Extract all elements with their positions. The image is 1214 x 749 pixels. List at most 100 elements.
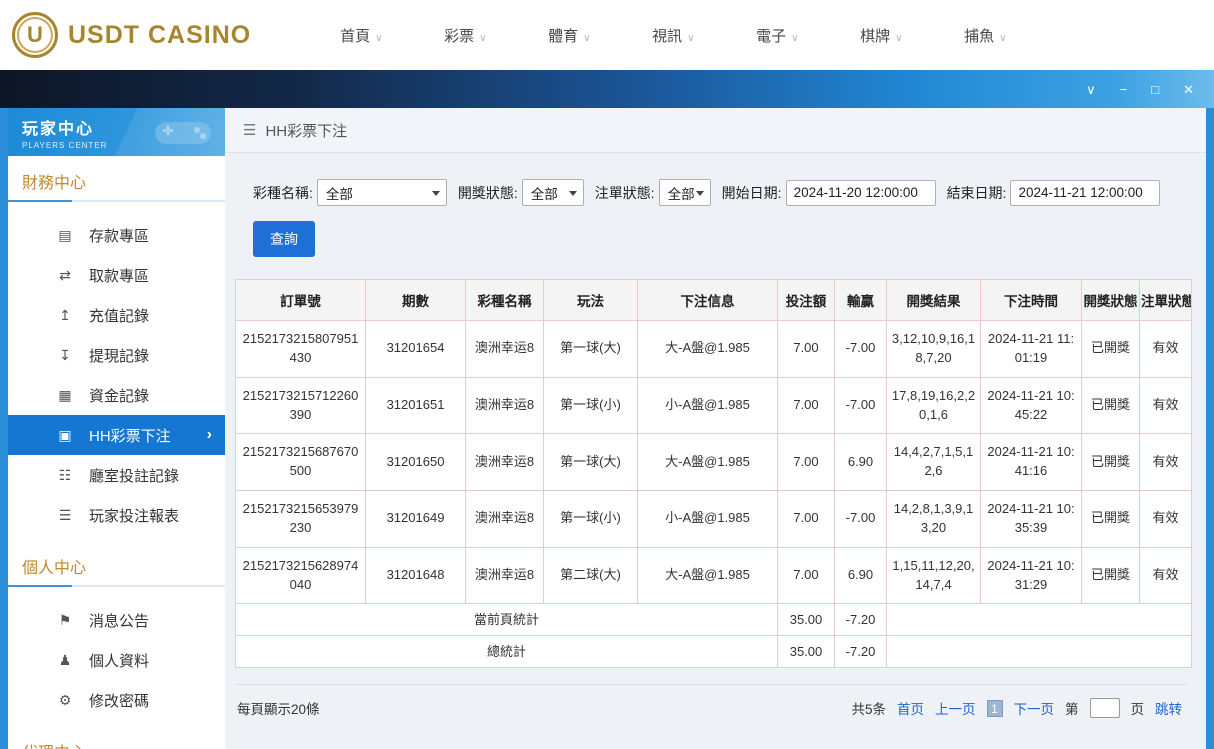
jump-page-input[interactable] <box>1089 698 1120 719</box>
jump-prefix-label: 第 <box>1065 702 1079 718</box>
cell-amount: 7.00 <box>777 433 835 492</box>
brand-logo[interactable]: U USDT CASINO <box>12 12 251 58</box>
sidebar-item[interactable]: ♟ 個人資料 <box>8 640 225 680</box>
cell-draw-status: 已開獎 <box>1081 376 1140 435</box>
next-page-link[interactable]: 下一页 <box>1014 698 1055 718</box>
grand-total-empty <box>886 635 1192 669</box>
table-header-cell: 玩法 <box>543 279 638 321</box>
sidebar-item-icon: ♟ <box>58 651 72 668</box>
cell-amount: 7.00 <box>777 376 835 435</box>
table-row: 2152173215653979230 31201649 澳洲幸运8 第一球(小… <box>235 490 1192 548</box>
cell-winloss: 6.90 <box>834 546 887 605</box>
sidebar-item-icon: ▤ <box>58 226 72 243</box>
sidebar-item-label: 廳室投註記錄 <box>89 467 180 485</box>
sidebar-item[interactable]: ⚙ 修改密碼 <box>8 680 225 720</box>
start-date-input[interactable] <box>785 179 936 206</box>
cell-draw-status: 已開獎 <box>1081 490 1140 548</box>
sidebar-item[interactable]: ☷ 廳室投註記錄 <box>8 455 225 495</box>
top-nav-item[interactable]: 首頁 ∨ <box>309 25 413 46</box>
cell-winloss: -7.00 <box>834 320 887 378</box>
chevron-down-icon[interactable]: ∨ <box>1086 83 1096 96</box>
search-button[interactable]: 查詢 <box>253 221 315 257</box>
cell-lottery: 澳洲幸运8 <box>465 433 544 492</box>
cell-period: 31201648 <box>365 546 466 605</box>
top-nav-item[interactable]: 視訊 ∨ <box>621 25 725 46</box>
sidebar-item-icon: ⇄ <box>59 266 71 283</box>
sidebar-item-label: 消息公告 <box>89 612 150 630</box>
top-nav: 首頁 ∨ 彩票 ∨ 體育 ∨ 視訊 ∨ 電子 ∨ 棋牌 ∨ 捕魚 ∨ <box>309 25 1037 46</box>
top-nav-item[interactable]: 電子 ∨ <box>725 25 829 46</box>
sidebar-item-label: 提現記錄 <box>89 347 150 365</box>
top-nav-item[interactable]: 體育 ∨ <box>517 25 621 46</box>
table-row: 2152173215687670500 31201650 澳洲幸运8 第一球(大… <box>235 433 1192 492</box>
sidebar-item-label: 充值記錄 <box>89 307 150 325</box>
cell-amount: 7.00 <box>777 490 835 548</box>
sidebar-item[interactable]: ⚑ 消息公告 <box>8 600 225 640</box>
cell-order: 2152173215653979230 <box>235 490 366 548</box>
sidebar-item[interactable]: ☰ 玩家投注報表 <box>8 495 225 535</box>
sidebar-item[interactable]: ⇄ 取款專區 <box>8 255 225 295</box>
grand-total-label: 總統計 <box>235 635 778 669</box>
brand-logo-icon: U <box>12 12 58 58</box>
top-nav-item-label: 視訊 <box>652 27 683 45</box>
sidebar-section-agent: 代理中心 <box>8 726 225 749</box>
order-status-select[interactable]: 全部 <box>658 179 711 206</box>
select-arrow-icon <box>695 191 704 196</box>
sidebar-item[interactable]: ▦ 資金記錄 <box>8 375 225 415</box>
pagination-controls: 共5条 首页 上一页 1 下一页 第 页 跳转 <box>851 698 1182 719</box>
cell-play: 第二球(大) <box>543 546 638 605</box>
top-nav-item[interactable]: 捕魚 ∨ <box>933 25 1037 46</box>
menu-icon[interactable]: ☰ <box>243 121 256 139</box>
cell-order-status: 有效 <box>1139 433 1192 492</box>
draw-status-select[interactable]: 全部 <box>521 179 584 206</box>
cell-time: 2024-11-21 10:31:29 <box>980 546 1082 605</box>
table-header-cell: 下注信息 <box>637 279 778 321</box>
jump-link[interactable]: 跳转 <box>1155 698 1182 718</box>
section-title-finance: 財務中心 <box>8 156 225 202</box>
sidebar-item-icon: ⚙ <box>58 691 72 708</box>
table-body: 2152173215807951430 31201654 澳洲幸运8 第一球(大… <box>235 320 1192 605</box>
sidebar-item[interactable]: ▤ 存款專區 <box>8 215 225 255</box>
sidebar-item[interactable]: ▣ HH彩票下注 › <box>8 415 225 455</box>
main-content: ☰ HH彩票下注 彩種名稱: 全部 開獎狀態: 全部 注單狀態: 全部 開始日期… <box>225 108 1206 749</box>
top-nav-item-label: 電子 <box>756 27 787 45</box>
cell-time: 2024-11-21 11:01:19 <box>980 320 1082 378</box>
brand-name: USDT CASINO <box>68 20 252 49</box>
close-button[interactable]: ✕ <box>1183 83 1194 96</box>
cell-order-status: 有效 <box>1139 376 1192 435</box>
cell-winloss: 6.90 <box>834 433 887 492</box>
top-nav-item[interactable]: 彩票 ∨ <box>413 25 517 46</box>
table-header-row: 訂單號 期數 彩種名稱 玩法 下注信息 投注額 輸贏 開獎結果 下注時間 開獎狀態 注單狀態 <box>235 279 1192 321</box>
cell-play: 第一球(小) <box>543 376 638 435</box>
maximize-button[interactable]: □ <box>1151 83 1159 96</box>
sidebar-item[interactable]: ↧ 提現記錄 <box>8 335 225 375</box>
sidebar-header: 玩家中心 PLAYERS CENTER <box>8 108 225 156</box>
sidebar-item[interactable]: ↥ 充值記錄 <box>8 295 225 335</box>
current-page-badge[interactable]: 1 <box>986 699 1003 717</box>
cell-result: 1,15,11,12,20,14,7,4 <box>886 546 981 605</box>
page-title: HH彩票下注 <box>265 122 348 140</box>
first-page-link[interactable]: 首页 <box>897 698 924 718</box>
minimize-button[interactable]: − <box>1120 83 1128 96</box>
prev-page-link[interactable]: 上一页 <box>935 698 976 718</box>
start-date-label: 開始日期: <box>721 184 782 201</box>
cell-lottery: 澳洲幸运8 <box>465 546 544 605</box>
cell-bet-info: 大-A盤@1.985 <box>637 320 778 378</box>
cell-bet-info: 大-A盤@1.985 <box>637 433 778 492</box>
cell-play: 第一球(大) <box>543 433 638 492</box>
cell-result: 14,4,2,7,1,5,12,6 <box>886 433 981 492</box>
table-header-cell: 期數 <box>365 279 466 321</box>
sidebar: 玩家中心 PLAYERS CENTER 財務中心 ▤ 存款專區 ⇄ 取款專區 ↥… <box>8 108 225 749</box>
table-header-cell: 輸贏 <box>834 279 887 321</box>
top-nav-item[interactable]: 棋牌 ∨ <box>829 25 933 46</box>
app-body: 玩家中心 PLAYERS CENTER 財務中心 ▤ 存款專區 ⇄ 取款專區 ↥… <box>8 108 1206 749</box>
top-nav-item-label: 棋牌 <box>860 27 891 45</box>
sidebar-item-icon: ↧ <box>59 346 71 363</box>
lottery-select[interactable]: 全部 <box>316 179 447 206</box>
filter-bar: 彩種名稱: 全部 開獎狀態: 全部 注單狀態: 全部 開始日期: 結束日期: <box>225 153 1206 206</box>
end-date-input[interactable] <box>1010 179 1161 206</box>
sidebar-item-label: 修改密碼 <box>89 692 150 710</box>
page-total-label: 當前頁統計 <box>235 603 778 637</box>
page-total-winloss: -7.20 <box>834 603 887 637</box>
cell-order: 2152173215628974040 <box>235 546 366 605</box>
